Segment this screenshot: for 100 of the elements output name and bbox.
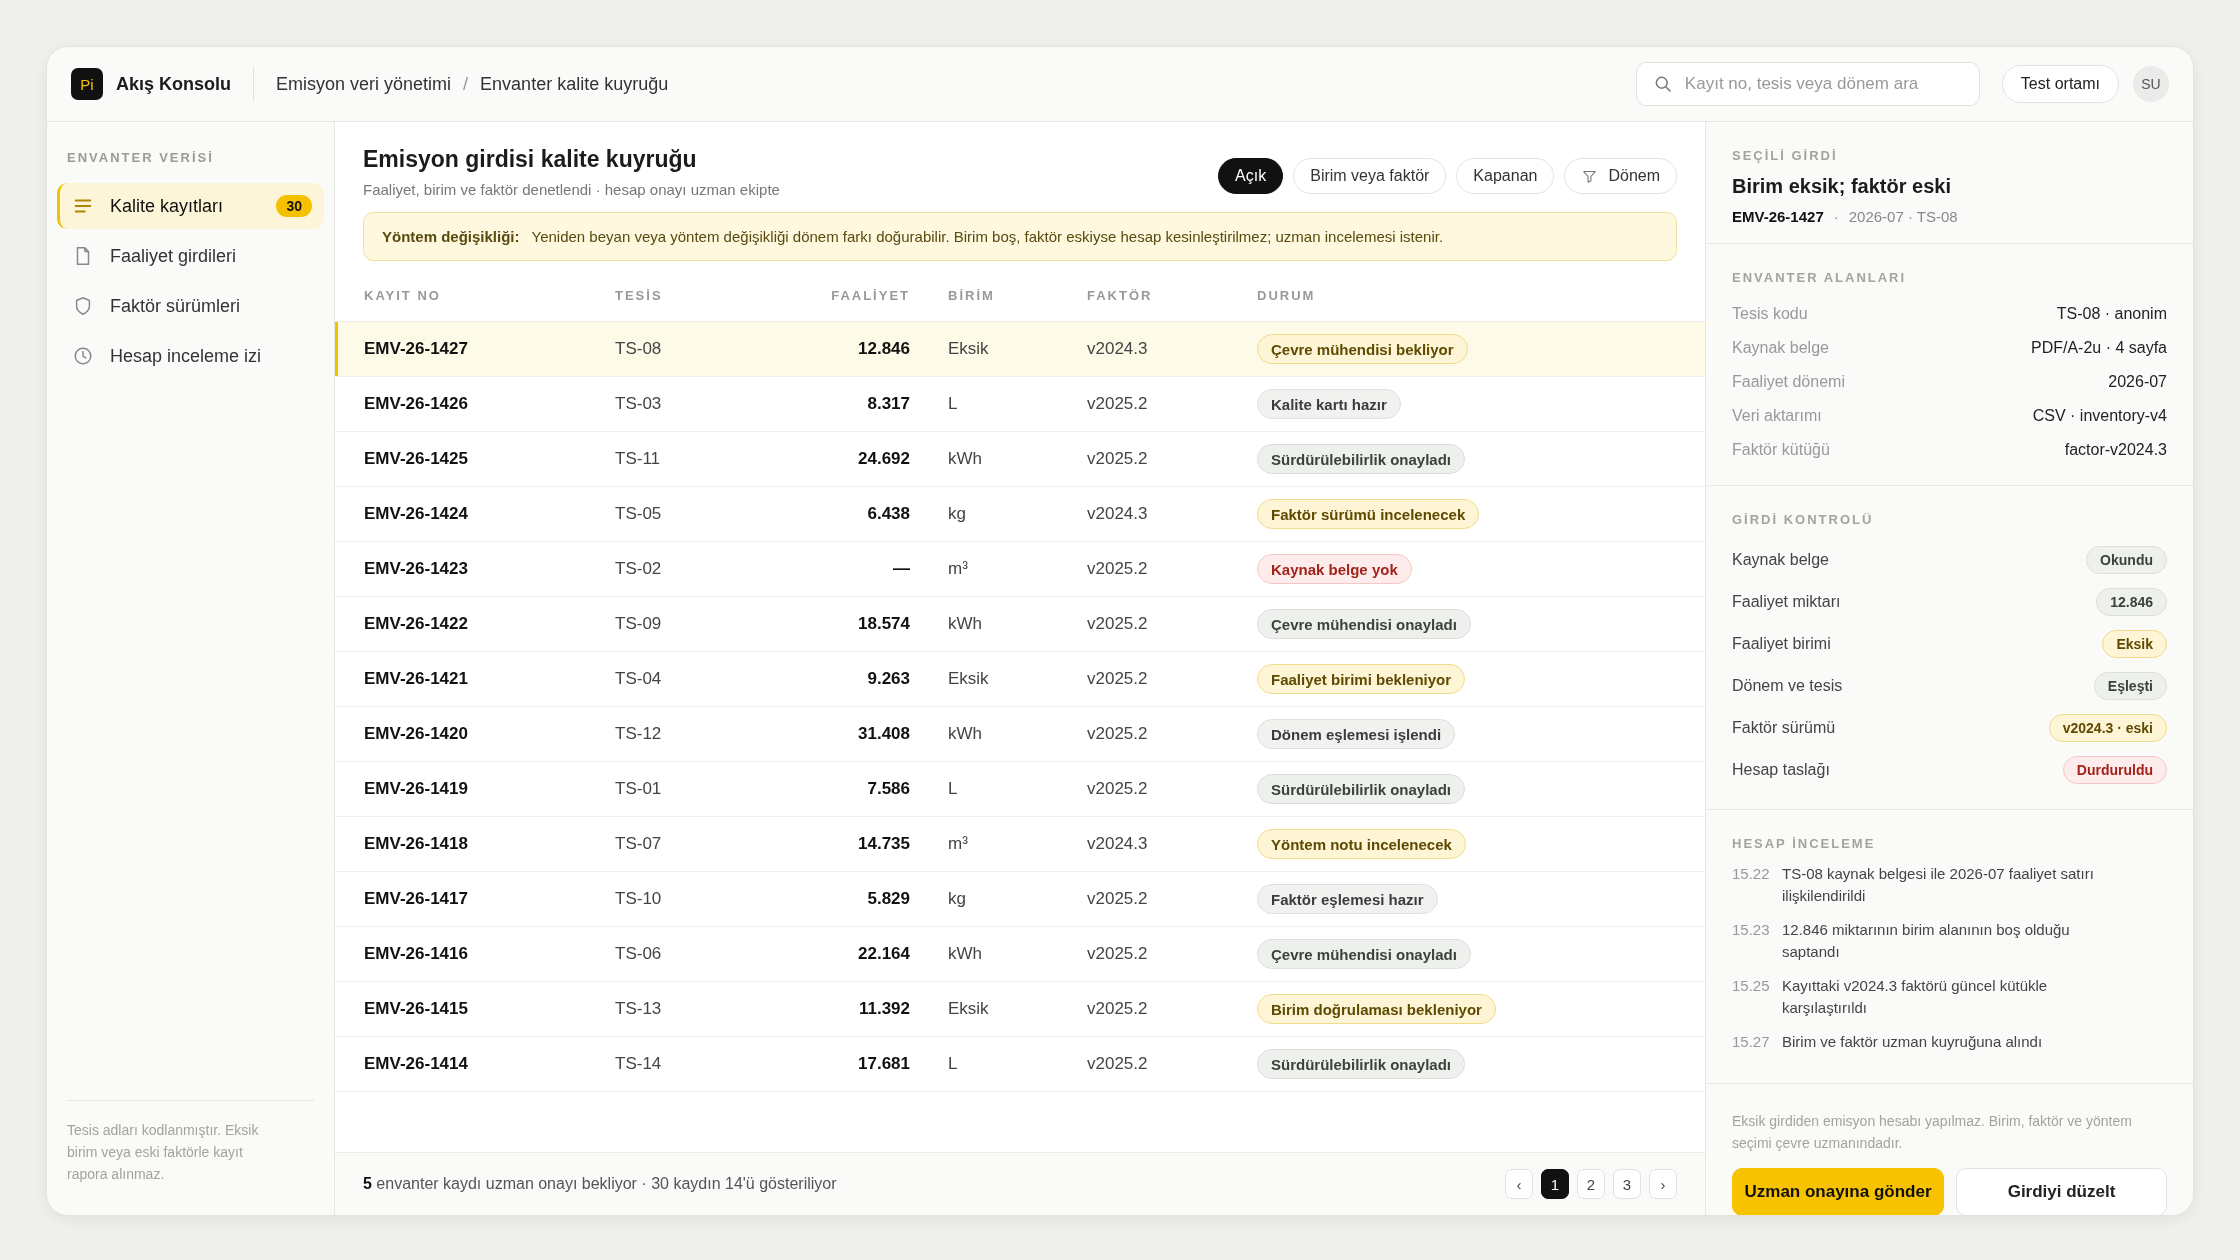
table-row[interactable]: EMV-26-1416 TS-06 22.164 kWh v2025.2 Çevre mühendisi onayladı	[335, 927, 1705, 982]
table-row[interactable]: EMV-26-1422 TS-09 18.574 kWh v2025.2 Çevre mühendisi onayladı	[335, 597, 1705, 652]
status-badge: Faaliyet birimi bekleniyor	[1257, 664, 1466, 694]
section-label: ENVANTER ALANLARI	[1732, 270, 1908, 285]
table-row[interactable]: EMV-26-1414 TS-14 17.681 L v2025.2 Sürdürülebilirlik onayladı	[335, 1037, 1705, 1092]
check-label: Faktör sürümü	[1732, 719, 1836, 737]
table-row[interactable]: EMV-26-1419 TS-01 7.586 L v2025.2 Sürdürülebilirlik onayladı	[335, 762, 1705, 817]
page-button[interactable]: 1	[1541, 1169, 1569, 1199]
page-button[interactable]: 3	[1613, 1169, 1641, 1199]
table-cell-text: 6.438	[866, 504, 910, 524]
table-cell-text: TS-08	[615, 339, 663, 359]
submit-button[interactable]: Uzman onayına gönder	[1732, 1168, 1944, 1215]
table-cell-text: TS-03	[615, 394, 663, 414]
table-row[interactable]: EMV-26-1425 TS-11 24.692 kWh v2025.2 Sürdürülebilirlik onayladı	[335, 432, 1705, 487]
table-cell-text: TS-02	[615, 559, 663, 579]
next-page-button[interactable]: ›	[1649, 1169, 1677, 1199]
environment-button[interactable]: Test ortamı	[2001, 65, 2119, 103]
status-badge: Çevre mühendisi bekliyor	[1257, 334, 1468, 364]
table-cell-text: EMV-26-1421	[364, 669, 469, 689]
table-cell-text: TS-12	[615, 724, 663, 744]
count-badge: 30	[276, 195, 312, 217]
status-badge: Faktör sürümü incelenecek	[1257, 499, 1480, 529]
table-cell-text: 31.408	[857, 724, 910, 744]
previous-page-button[interactable]: ‹	[1505, 1169, 1533, 1199]
user-avatar[interactable]: SU	[2133, 66, 2169, 102]
table-cell-text: m³	[947, 834, 969, 854]
column-header: FAALİYET	[830, 287, 910, 303]
table-cell-text: kg	[947, 889, 967, 909]
table-cell-text: kWh	[947, 724, 983, 744]
field-value: PDF/A-2u · 4 sayfa	[2030, 339, 2167, 357]
table-row[interactable]: EMV-26-1424 TS-05 6.438 kg v2024.3 Faktör sürümü incelenecek	[335, 487, 1705, 542]
sidebar-item[interactable]: Faktör sürümleri	[57, 283, 324, 329]
table-cell-text: EMV-26-1425	[364, 449, 469, 469]
status-badge: Sürdürülebilirlik onayladı	[1257, 774, 1466, 804]
page-title: Emisyon girdisi kalite kuyruğu	[363, 146, 698, 173]
table-row[interactable]: EMV-26-1427 TS-08 12.846 Eksik v2024.3 Çevre mühendisi bekliyor	[335, 322, 1705, 377]
filter-chip[interactable]: Dönem	[1564, 158, 1677, 194]
table-cell-text: Eksik	[947, 669, 990, 689]
status-badge: Durduruldu	[2062, 756, 2167, 784]
field-value: 2026-07	[2108, 373, 2167, 391]
meta-separator: ·	[1833, 208, 1839, 225]
filter-chip[interactable]: Kapanan	[1456, 158, 1555, 194]
table-cell-text: 18.574	[857, 614, 910, 634]
table-cell-text: EMV-26-1417	[364, 889, 469, 909]
status-badge: 12.846	[2096, 588, 2167, 616]
status-badge: Eşleşti	[2093, 672, 2167, 700]
table-row[interactable]: EMV-26-1420 TS-12 31.408 kWh v2025.2 Dönem eşlemesi işlendi	[335, 707, 1705, 762]
table-cell-text: kg	[947, 504, 967, 524]
table-cell-text: EMV-26-1419	[364, 779, 469, 799]
filter-chip[interactable]: Birim veya faktör	[1293, 158, 1447, 194]
table-cell-text: L	[947, 394, 959, 414]
field-label: Faktör kütüğü	[1732, 441, 1830, 459]
status-badge: Dönem eşlemesi işlendi	[1257, 719, 1456, 749]
table-cell-text: TS-14	[615, 1054, 663, 1074]
alert-text: Yeniden beyan veya yöntem değişikliği dönem farkı doğurabilir. Birim boş, faktör eskiyse hesap kesinleştirilmez; uzman incelemesi istenir.	[531, 228, 1444, 245]
table-cell-text: EMV-26-1427	[364, 339, 469, 359]
table-cell-text: EMV-26-1424	[364, 504, 469, 524]
table-cell-text: v2025.2	[1087, 1054, 1149, 1074]
log-time: 15.27	[1732, 1032, 1770, 1052]
sidebar-item[interactable]: Hesap inceleme izi	[57, 333, 324, 379]
table-cell-text: v2025.2	[1087, 614, 1149, 634]
table-cell-text: TS-05	[615, 504, 663, 524]
filter-chip[interactable]: Açık	[1218, 158, 1284, 194]
status-badge: Faktör eşlemesi hazır	[1257, 884, 1438, 914]
page-button[interactable]: 2	[1577, 1169, 1605, 1199]
column-header: DURUM	[1257, 287, 1317, 303]
table-row[interactable]: EMV-26-1418 TS-07 14.735 m³ v2024.3 Yöntem notu incelenecek	[335, 817, 1705, 872]
breadcrumb-link[interactable]: Emisyon veri yönetimi	[276, 73, 452, 95]
table-cell-text: EMV-26-1423	[364, 559, 469, 579]
field-label: Faaliyet dönemi	[1732, 373, 1845, 391]
log-time: 15.23	[1732, 920, 1770, 940]
table-cell-text: 8.317	[866, 394, 910, 414]
table-cell-text: 12.846	[857, 339, 910, 359]
table-cell-text: kWh	[947, 449, 983, 469]
sidebar-item[interactable]: Faaliyet girdileri	[57, 233, 324, 279]
app-name: Akış Konsolu	[116, 73, 231, 95]
table-cell-text: TS-11	[615, 449, 662, 469]
status-badge: Yöntem notu incelenecek	[1257, 829, 1466, 859]
table-row[interactable]: EMV-26-1426 TS-03 8.317 L v2025.2 Kalite kartı hazır	[335, 377, 1705, 432]
table-row[interactable]: EMV-26-1423 TS-02 — m³ v2025.2 Kaynak belge yok	[335, 542, 1705, 597]
edit-button[interactable]: Girdiyi düzelt	[1956, 1168, 2167, 1215]
breadcrumb-link[interactable]: Envanter kalite kuyruğu	[480, 73, 669, 95]
table-cell-text: —	[892, 559, 910, 579]
log-time: 15.25	[1732, 976, 1770, 996]
breadcrumb-separator: /	[463, 73, 469, 95]
status-badge: Kalite kartı hazır	[1257, 389, 1401, 419]
table-cell-text: 7.586	[866, 779, 910, 799]
table-row[interactable]: EMV-26-1415 TS-13 11.392 Eksik v2025.2 Birim doğrulaması bekleniyor	[335, 982, 1705, 1037]
table-row[interactable]: EMV-26-1421 TS-04 9.263 Eksik v2025.2 Faaliyet birimi bekleniyor	[335, 652, 1705, 707]
status-badge: Birim doğrulaması bekleniyor	[1257, 994, 1496, 1024]
table-row[interactable]: EMV-26-1417 TS-10 5.829 kg v2025.2 Faktör eşlemesi hazır	[335, 872, 1705, 927]
status-badge: Sürdürülebilirlik onayladı	[1257, 1049, 1466, 1079]
sidebar-item[interactable]: Kalite kayıtları 30	[57, 183, 324, 229]
table-cell-text: EMV-26-1422	[364, 614, 469, 634]
table-cell-text: EMV-26-1426	[364, 394, 469, 414]
status-badge: Çevre mühendisi onayladı	[1257, 939, 1471, 969]
table-cell-text: TS-04	[615, 669, 663, 689]
table-cell-text: Eksik	[947, 339, 990, 359]
table-cell-text: TS-10	[615, 889, 663, 909]
sidebar-note: Tesis adları kodlanmıştır. Eksik birim veya eski faktörle kayıt rapora alınmaz.	[67, 1100, 314, 1215]
